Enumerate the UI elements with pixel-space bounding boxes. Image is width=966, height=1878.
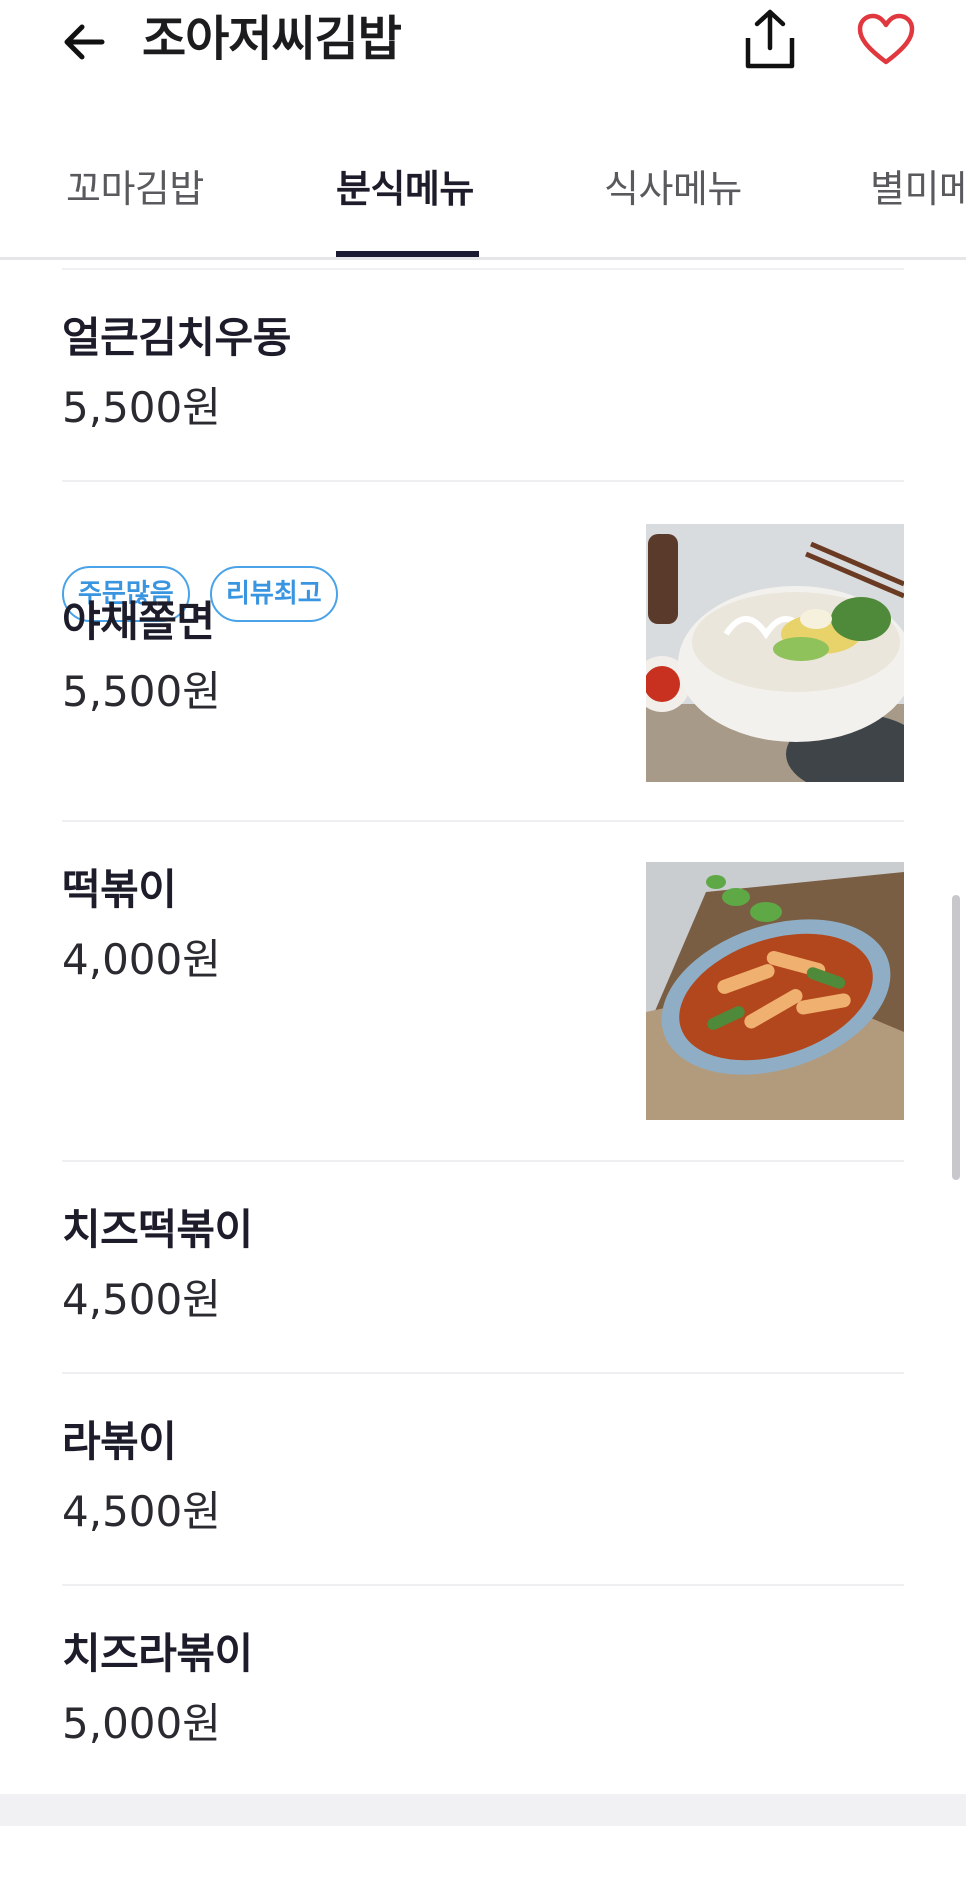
section-divider-band: [0, 1794, 966, 1826]
menu-item-price: 4,500원: [62, 1275, 221, 1324]
menu-item-kimchi-udon[interactable]: 얼큰김치우동 5,500원: [62, 270, 904, 482]
menu-item-cheese-tteokbokki[interactable]: 치즈떡볶이 4,500원: [62, 1162, 904, 1374]
heart-icon: [857, 13, 915, 65]
menu-item-name: 치즈라볶이: [62, 1629, 253, 1678]
scrollbar[interactable]: [952, 895, 960, 1180]
menu-item-name: 떡볶이: [62, 865, 177, 914]
menu-item-price: 4,000원: [62, 935, 221, 984]
share-button[interactable]: [740, 8, 800, 70]
menu-item-name: 치즈떡볶이: [62, 1205, 253, 1254]
share-icon: [745, 9, 795, 69]
tab-kkoma-gimbap[interactable]: 꼬마김밥: [66, 164, 204, 214]
badge-best-review: 리뷰최고: [210, 566, 338, 622]
tab-meal-menu[interactable]: 식사메뉴: [604, 164, 742, 214]
active-tab-indicator: [336, 251, 479, 257]
arrow-left-icon: [64, 24, 105, 60]
favorite-button[interactable]: [856, 12, 916, 68]
menu-item-cheese-rabokki[interactable]: 치즈라볶이 5,000원: [62, 1586, 904, 1794]
menu-item-rabokki[interactable]: 라볶이 4,500원: [62, 1374, 904, 1586]
menu-page: 조아저씨김밥 꼬마김밥 분식메뉴 식사메뉴 별미메뉴 얼큰김치우동 5,500원…: [0, 0, 966, 1878]
menu-item-name: 야채쫄면: [62, 597, 215, 646]
category-tabs: 꼬마김밥 분식메뉴 식사메뉴 별미메뉴: [0, 140, 966, 260]
tab-special-menu[interactable]: 별미메뉴: [870, 164, 966, 214]
menu-item-jjolmyeon[interactable]: 주문많음 리뷰최고 야채쫄면 5,500원: [62, 482, 904, 822]
page-title: 조아저씨김밥: [142, 11, 402, 67]
back-button[interactable]: [58, 16, 110, 68]
tteokbokki-photo: [646, 862, 904, 1120]
menu-item-price: 5,500원: [62, 667, 221, 716]
menu-item-price: 4,500원: [62, 1487, 221, 1536]
menu-item-price: 5,000원: [62, 1699, 221, 1748]
menu-item-name: 얼큰김치우동: [62, 313, 291, 362]
app-header: 조아저씨김밥: [0, 0, 966, 120]
jjolmyeon-photo: [646, 524, 904, 782]
tab-bunsik-menu[interactable]: 분식메뉴: [336, 164, 474, 214]
menu-item-price: 5,500원: [62, 383, 221, 432]
menu-item-tteokbokki[interactable]: 떡볶이 4,000원: [62, 822, 904, 1162]
menu-item-name: 라볶이: [62, 1417, 177, 1466]
